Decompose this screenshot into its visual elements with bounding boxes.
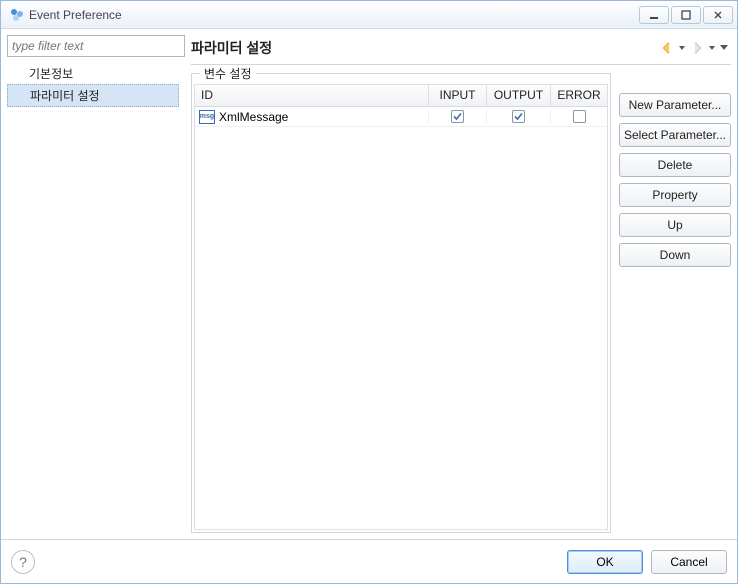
checkbox-error[interactable] xyxy=(573,110,586,123)
checkbox-input[interactable] xyxy=(451,110,464,123)
nav-item-basic-info[interactable]: 기본정보 xyxy=(7,63,185,84)
down-button[interactable]: Down xyxy=(619,243,731,267)
table-row[interactable]: msg XmlMessage xyxy=(195,107,607,127)
cell-input[interactable] xyxy=(429,110,487,123)
group-label: 변수 설정 xyxy=(200,65,256,82)
app-icon xyxy=(9,7,25,23)
dialog-window: Event Preference 기본정보 파라미터 설정 파라미터 설정 xyxy=(0,0,738,584)
titlebar: Event Preference xyxy=(1,1,737,29)
nav-back-menu[interactable] xyxy=(677,45,687,51)
nav-forward-button[interactable] xyxy=(687,39,707,57)
sidebar: 기본정보 파라미터 설정 xyxy=(7,35,185,533)
message-icon: msg xyxy=(199,110,215,124)
maximize-button[interactable] xyxy=(671,6,701,24)
close-button[interactable] xyxy=(703,6,733,24)
table-header: ID INPUT OUTPUT ERROR xyxy=(195,85,607,107)
cell-id: msg XmlMessage xyxy=(195,110,429,124)
button-column: New Parameter... Select Parameter... Del… xyxy=(619,73,731,533)
filter-input[interactable] xyxy=(7,35,185,57)
nav-forward-menu[interactable] xyxy=(707,45,717,51)
col-header-id[interactable]: ID xyxy=(195,85,429,106)
checkbox-output[interactable] xyxy=(512,110,525,123)
help-button[interactable]: ? xyxy=(11,550,35,574)
nav-back-button[interactable] xyxy=(657,39,677,57)
nav-tree: 기본정보 파라미터 설정 xyxy=(7,57,185,533)
ok-button[interactable]: OK xyxy=(567,550,643,574)
variable-settings-group: 변수 설정 ID INPUT OUTPUT ERROR xyxy=(191,73,611,533)
dialog-footer: ? OK Cancel xyxy=(1,539,737,583)
delete-button[interactable]: Delete xyxy=(619,153,731,177)
table-body: msg XmlMessage xyxy=(195,107,607,529)
content-header: 파라미터 설정 xyxy=(191,35,731,65)
content-pane: 파라미터 설정 xyxy=(191,35,731,533)
cell-output[interactable] xyxy=(487,110,551,123)
up-button[interactable]: Up xyxy=(619,213,731,237)
view-menu[interactable] xyxy=(717,44,731,52)
minimize-button[interactable] xyxy=(639,6,669,24)
col-header-output[interactable]: OUTPUT xyxy=(487,85,551,106)
cell-id-text: XmlMessage xyxy=(219,110,288,124)
parameter-table: ID INPUT OUTPUT ERROR msg XmlMessage xyxy=(194,84,608,530)
page-title: 파라미터 설정 xyxy=(191,38,272,58)
col-header-error[interactable]: ERROR xyxy=(551,85,607,106)
select-parameter-button[interactable]: Select Parameter... xyxy=(619,123,731,147)
col-header-input[interactable]: INPUT xyxy=(429,85,487,106)
cell-error[interactable] xyxy=(551,110,607,123)
new-parameter-button[interactable]: New Parameter... xyxy=(619,93,731,117)
cancel-button[interactable]: Cancel xyxy=(651,550,727,574)
property-button[interactable]: Property xyxy=(619,183,731,207)
window-title: Event Preference xyxy=(29,8,122,22)
nav-item-parameter-settings[interactable]: 파라미터 설정 xyxy=(7,84,179,107)
